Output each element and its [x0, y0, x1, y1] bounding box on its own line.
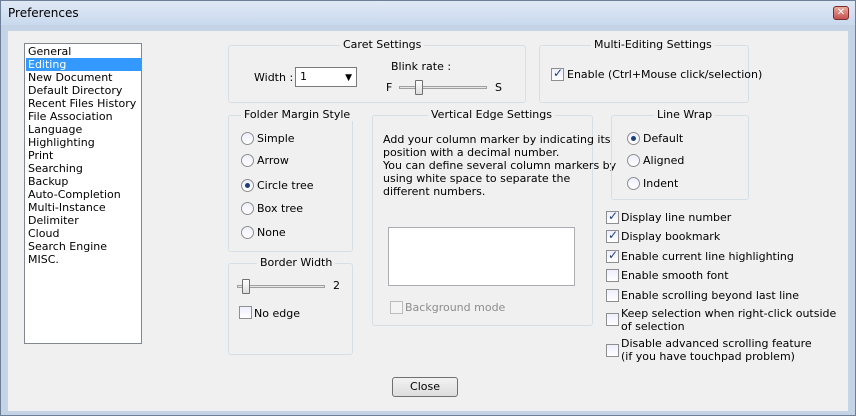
- folder-simple-label: Simple: [257, 132, 295, 145]
- wrap-default-label: Default: [643, 132, 684, 145]
- border-width-slider[interactable]: [242, 279, 250, 294]
- category-item-print[interactable]: Print: [26, 149, 141, 162]
- category-item-auto-completion[interactable]: Auto-Completion: [26, 188, 141, 201]
- category-item-searching[interactable]: Searching: [26, 162, 141, 175]
- vertical-edge-line-5: different numbers.: [383, 185, 486, 198]
- category-item-file-association[interactable]: File Association: [26, 110, 141, 123]
- caret-width-value: 1: [300, 70, 307, 83]
- wrap-default-radio[interactable]: [627, 132, 640, 145]
- keep-selection-label-line-1: Keep selection when right-click outside: [621, 307, 837, 320]
- vertical-edge-line-3: You can define several column markers by: [383, 159, 617, 172]
- blink-rate-label: Blink rate :: [391, 60, 452, 73]
- display-line-number-label: Display line number: [621, 211, 732, 224]
- border-width-title: Border Width: [257, 256, 336, 269]
- caret-settings-title: Caret Settings: [340, 38, 425, 51]
- vertical-edge-group: Vertical Edge Settings Add your column m…: [372, 108, 616, 326]
- folder-arrow-label: Arrow: [257, 154, 289, 167]
- vertical-edge-title: Vertical Edge Settings: [428, 108, 555, 121]
- folder-margin-group: Folder Margin Style Simple Arrow Circle …: [228, 108, 354, 252]
- category-item-multi-instance[interactable]: Multi-Instance: [26, 201, 141, 214]
- folder-arrow-radio[interactable]: [241, 154, 254, 167]
- folder-box-tree-label: Box tree: [257, 202, 304, 215]
- disable-advanced-scrolling-checkbox[interactable]: [606, 344, 619, 357]
- folder-circle-tree-radio[interactable]: [241, 179, 254, 192]
- background-mode-checkbox[interactable]: [390, 301, 403, 314]
- category-list[interactable]: General Editing New Document Default Dir…: [24, 43, 142, 344]
- folder-margin-title: Folder Margin Style: [241, 108, 354, 121]
- category-item-highlighting[interactable]: Highlighting: [26, 136, 141, 149]
- wrap-aligned-label: Aligned: [643, 154, 685, 167]
- display-bookmark-label: Display bookmark: [621, 230, 721, 243]
- blink-fast-label: F: [386, 81, 393, 94]
- category-item-recent-files-history[interactable]: Recent Files History: [26, 97, 141, 110]
- caret-settings-group: Caret Settings Width : 1 ▼ Blink rate : …: [228, 38, 526, 103]
- disable-advanced-scrolling-label-line-2: (if you have touchpad problem): [621, 350, 795, 363]
- line-wrap-title: Line Wrap: [654, 108, 716, 121]
- multi-editing-title: Multi-Editing Settings: [591, 38, 715, 51]
- keep-selection-label-line-2: of selection: [621, 320, 685, 333]
- chevron-down-icon: ▼: [345, 73, 352, 83]
- vertical-edge-line-2: position with a decimal number.: [383, 146, 560, 159]
- category-item-language[interactable]: Language: [26, 123, 141, 136]
- border-width-value: 2: [333, 279, 340, 292]
- line-wrap-group: Line Wrap Default Aligned Indent: [611, 108, 749, 200]
- multi-editing-label: Enable (Ctrl+Mouse click/selection): [567, 68, 763, 81]
- wrap-aligned-radio[interactable]: [627, 154, 640, 167]
- title-bar[interactable]: Preferences ✕: [1, 1, 855, 25]
- folder-circle-tree-label: Circle tree: [257, 179, 314, 192]
- display-line-number-checkbox[interactable]: [606, 209, 619, 224]
- scroll-beyond-last-line-checkbox[interactable]: [606, 289, 619, 302]
- vertical-edge-line-1: Add your column marker by indicating its: [383, 133, 611, 146]
- blink-rate-track: [399, 86, 487, 89]
- folder-simple-radio[interactable]: [241, 132, 254, 145]
- category-item-general[interactable]: General: [26, 45, 141, 58]
- background-mode-label: Background mode: [405, 301, 506, 314]
- column-marker-input[interactable]: [388, 227, 575, 286]
- smooth-font-checkbox[interactable]: [606, 269, 619, 282]
- category-item-backup[interactable]: Backup: [26, 175, 141, 188]
- category-item-cloud[interactable]: Cloud: [26, 227, 141, 240]
- current-line-highlighting-checkbox[interactable]: [606, 248, 619, 263]
- multi-editing-group: Multi-Editing Settings Enable (Ctrl+Mous…: [539, 38, 762, 103]
- current-line-highlighting-label: Enable current line highlighting: [621, 250, 794, 263]
- category-item-delimiter[interactable]: Delimiter: [26, 214, 141, 227]
- folder-box-tree-radio[interactable]: [241, 202, 254, 215]
- window-title: Preferences: [8, 6, 79, 20]
- preferences-window: Preferences ✕ General Editing New Docume…: [0, 0, 856, 416]
- close-window-icon[interactable]: ✕: [833, 6, 849, 20]
- display-bookmark-checkbox[interactable]: [606, 228, 619, 243]
- blink-slow-label: S: [495, 81, 502, 94]
- no-edge-label: No edge: [254, 307, 300, 320]
- wrap-indent-label: Indent: [643, 177, 679, 190]
- vertical-edge-line-4: using white space to separate the: [383, 172, 571, 185]
- keep-selection-checkbox[interactable]: [606, 313, 619, 326]
- category-item-new-document[interactable]: New Document: [26, 71, 141, 84]
- wrap-indent-radio[interactable]: [627, 177, 640, 190]
- category-item-editing[interactable]: Editing: [26, 58, 141, 71]
- multi-editing-checkbox[interactable]: [551, 66, 564, 81]
- folder-none-radio[interactable]: [241, 226, 254, 239]
- caret-width-select[interactable]: 1 ▼: [295, 67, 357, 87]
- blink-rate-slider[interactable]: [415, 80, 423, 95]
- folder-none-label: None: [257, 226, 286, 239]
- border-width-group: Border Width 2 No edge: [228, 256, 353, 355]
- dialog-body: General Editing New Document Default Dir…: [8, 31, 848, 411]
- category-item-default-directory[interactable]: Default Directory: [26, 84, 141, 97]
- close-button[interactable]: Close: [392, 377, 458, 397]
- scroll-beyond-last-line-label: Enable scrolling beyond last line: [621, 289, 800, 302]
- category-item-misc[interactable]: MISC.: [26, 253, 141, 266]
- category-item-search-engine[interactable]: Search Engine: [26, 240, 141, 253]
- smooth-font-label: Enable smooth font: [621, 269, 729, 282]
- caret-width-label: Width :: [254, 71, 294, 84]
- border-width-track: [237, 285, 325, 288]
- disable-advanced-scrolling-label-line-1: Disable advanced scrolling feature: [621, 337, 812, 350]
- no-edge-checkbox[interactable]: [239, 306, 252, 319]
